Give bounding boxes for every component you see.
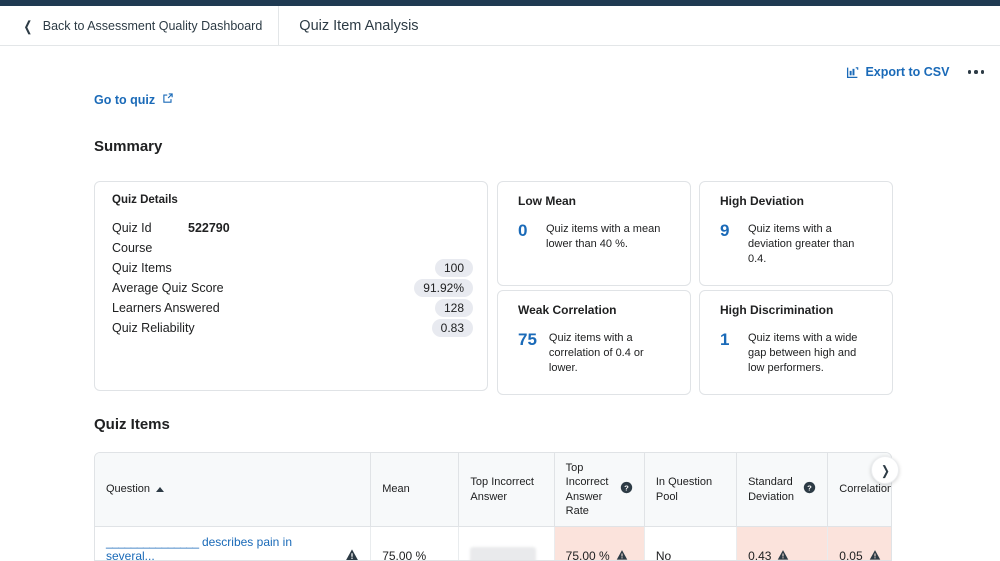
average-quiz-score-label: Average Quiz Score [112,281,224,295]
ellipsis-icon [967,70,971,74]
help-icon[interactable]: ? [620,481,633,498]
ellipsis-icon [980,70,984,74]
column-header-label: Standard Deviation [748,476,794,503]
warning-icon [869,549,881,560]
stat-card-number: 0 [518,221,528,240]
page-toolbar: Export to CSV [0,58,1000,86]
quiz-details-row: Learners Answered 128 [112,298,473,318]
stat-card-description: Quiz items with a correlation of 0.4 or … [548,332,644,375]
stat-card-body: 1 Quiz items with a wide gap between hig… [720,330,878,377]
quiz-details-rows: Quiz Id 522790 Course Quiz Items 100 Ave… [112,218,473,338]
table-header-row: Question Mean Top Incorrect Answer Top I… [95,453,892,528]
warning-icon [777,549,789,560]
quiz-reliability-value: 0.83 [431,319,473,337]
stat-card-title: Weak Correlation [518,303,617,317]
quiz-details-row: Quiz Id 522790 [112,218,473,238]
stat-card-high-discrimination: High Discrimination 1 Quiz items with a … [699,290,893,395]
stat-card-body: 9 Quiz items with a deviation greater th… [720,221,878,268]
stat-card-number: 9 [720,221,730,240]
cell-question: _______________ describes pain in severa… [95,526,372,560]
page-title: Quiz Item Analysis [299,17,419,34]
column-header-label: Top Incorrect Answer [470,476,534,503]
redacted-value [470,547,537,560]
quiz-id-value: 522790 [188,221,230,235]
svg-text:?: ? [807,483,812,492]
quiz-items-label: Quiz Items [112,261,172,275]
quiz-details-title: Quiz Details [112,194,178,206]
quiz-items-table: Question Mean Top Incorrect Answer Top I… [95,453,892,561]
ellipsis-icon [974,70,978,74]
stat-card-description: Quiz items with a deviation greater than… [748,223,855,266]
quiz-details-row: Course [112,238,473,258]
column-header-label: Top Incorrect Answer Rate [565,462,609,517]
stat-card-description: Quiz items with a mean lower than 40 %. [546,223,661,251]
warning-icon [616,549,628,560]
go-to-quiz-link[interactable]: Go to quiz [94,92,174,107]
learners-answered-label: Learners Answered [112,301,220,315]
course-label: Course [112,241,153,255]
column-header-label: Mean [382,483,410,496]
stat-card-number: 75 [518,330,537,349]
column-header-standard-deviation[interactable]: Standard Deviation ? [736,453,829,528]
table-scroll-right-button[interactable]: ❯ [871,456,899,484]
average-quiz-score-value: 91.92% [414,279,473,297]
column-header-label: Question [106,483,151,496]
column-header-mean[interactable]: Mean [370,453,460,528]
go-to-quiz-label: Go to quiz [94,92,156,107]
cell-value: 0.05 [839,549,863,561]
cell-value: 0.43 [748,549,772,561]
chevron-left-icon: ❮ [23,17,33,34]
table-row: _______________ describes pain in severa… [95,526,891,561]
stat-card-weak-correlation: Weak Correlation 75 Quiz items with a co… [497,290,691,395]
help-icon[interactable]: ? [803,481,816,498]
quiz-items-heading: Quiz Items [94,416,170,433]
stat-card-title: High Deviation [720,194,805,208]
more-options-button[interactable] [966,66,987,78]
stat-card-high-deviation: High Deviation 9 Quiz items with a devia… [699,181,893,286]
quiz-id-label: Quiz Id [112,221,152,235]
stat-card-body: 75 Quiz items with a correlation of 0.4 … [518,330,676,377]
column-header-question[interactable]: Question [95,453,372,528]
stat-card-body: 0 Quiz items with a mean lower than 40 %… [518,221,676,252]
quiz-details-card: Quiz Details Quiz Id 522790 Course Quiz … [94,181,488,391]
column-header-top-incorrect-answer[interactable]: Top Incorrect Answer [458,453,555,528]
stat-card-description: Quiz items with a wide gap between high … [748,332,858,375]
back-to-dashboard-label: Back to Assessment Quality Dashboard [42,18,263,33]
chevron-right-icon: ❯ [880,462,890,478]
column-header-label: In Question Pool [655,476,713,503]
cell-standard-deviation: 0.43 [736,526,829,561]
sort-ascending-icon [156,487,165,493]
quiz-details-row: Quiz Reliability 0.83 [112,318,473,338]
stat-card-title: High Discrimination [720,303,834,317]
cell-top-incorrect-answer-rate: 75.00 % [554,526,645,561]
question-blank: _______________ [106,535,199,550]
stat-card-title: Low Mean [518,194,577,208]
cell-correlation: 0.05 [827,526,891,561]
column-header-in-question-pool[interactable]: In Question Pool [644,453,738,528]
column-header-top-incorrect-answer-rate[interactable]: Top Incorrect Answer Rate ? [554,453,645,528]
cell-in-question-pool: No [644,526,738,560]
summary-heading: Summary [94,138,163,155]
svg-text:?: ? [624,483,629,492]
export-csv-icon [846,66,859,79]
back-to-dashboard-button[interactable]: ❮ Back to Assessment Quality Dashboard [0,6,280,45]
cell-top-incorrect-answer [458,526,555,560]
quiz-item-analysis-page: ❮ Back to Assessment Quality Dashboard Q… [0,0,1000,561]
export-to-csv-label: Export to CSV [865,65,950,79]
export-to-csv-button[interactable]: Export to CSV [846,65,950,79]
quiz-items-table-container: Question Mean Top Incorrect Answer Top I… [94,452,892,561]
quiz-details-row: Quiz Items 100 [112,258,473,278]
cell-mean: 75.00 % [370,526,460,560]
cell-value: 75.00 % [565,549,610,561]
quiz-details-row: Average Quiz Score 91.92% [112,278,473,298]
stat-card-low-mean: Low Mean 0 Quiz items with a mean lower … [497,181,691,286]
external-link-icon [162,92,174,107]
quiz-reliability-label: Quiz Reliability [112,321,195,335]
quiz-items-value: 100 [434,259,473,277]
stat-card-number: 1 [720,330,730,349]
column-header-label: Correlation [839,483,892,496]
navigation-bar: ❮ Back to Assessment Quality Dashboard Q… [0,6,1000,46]
learners-answered-value: 128 [434,299,473,317]
warning-icon [345,548,359,560]
